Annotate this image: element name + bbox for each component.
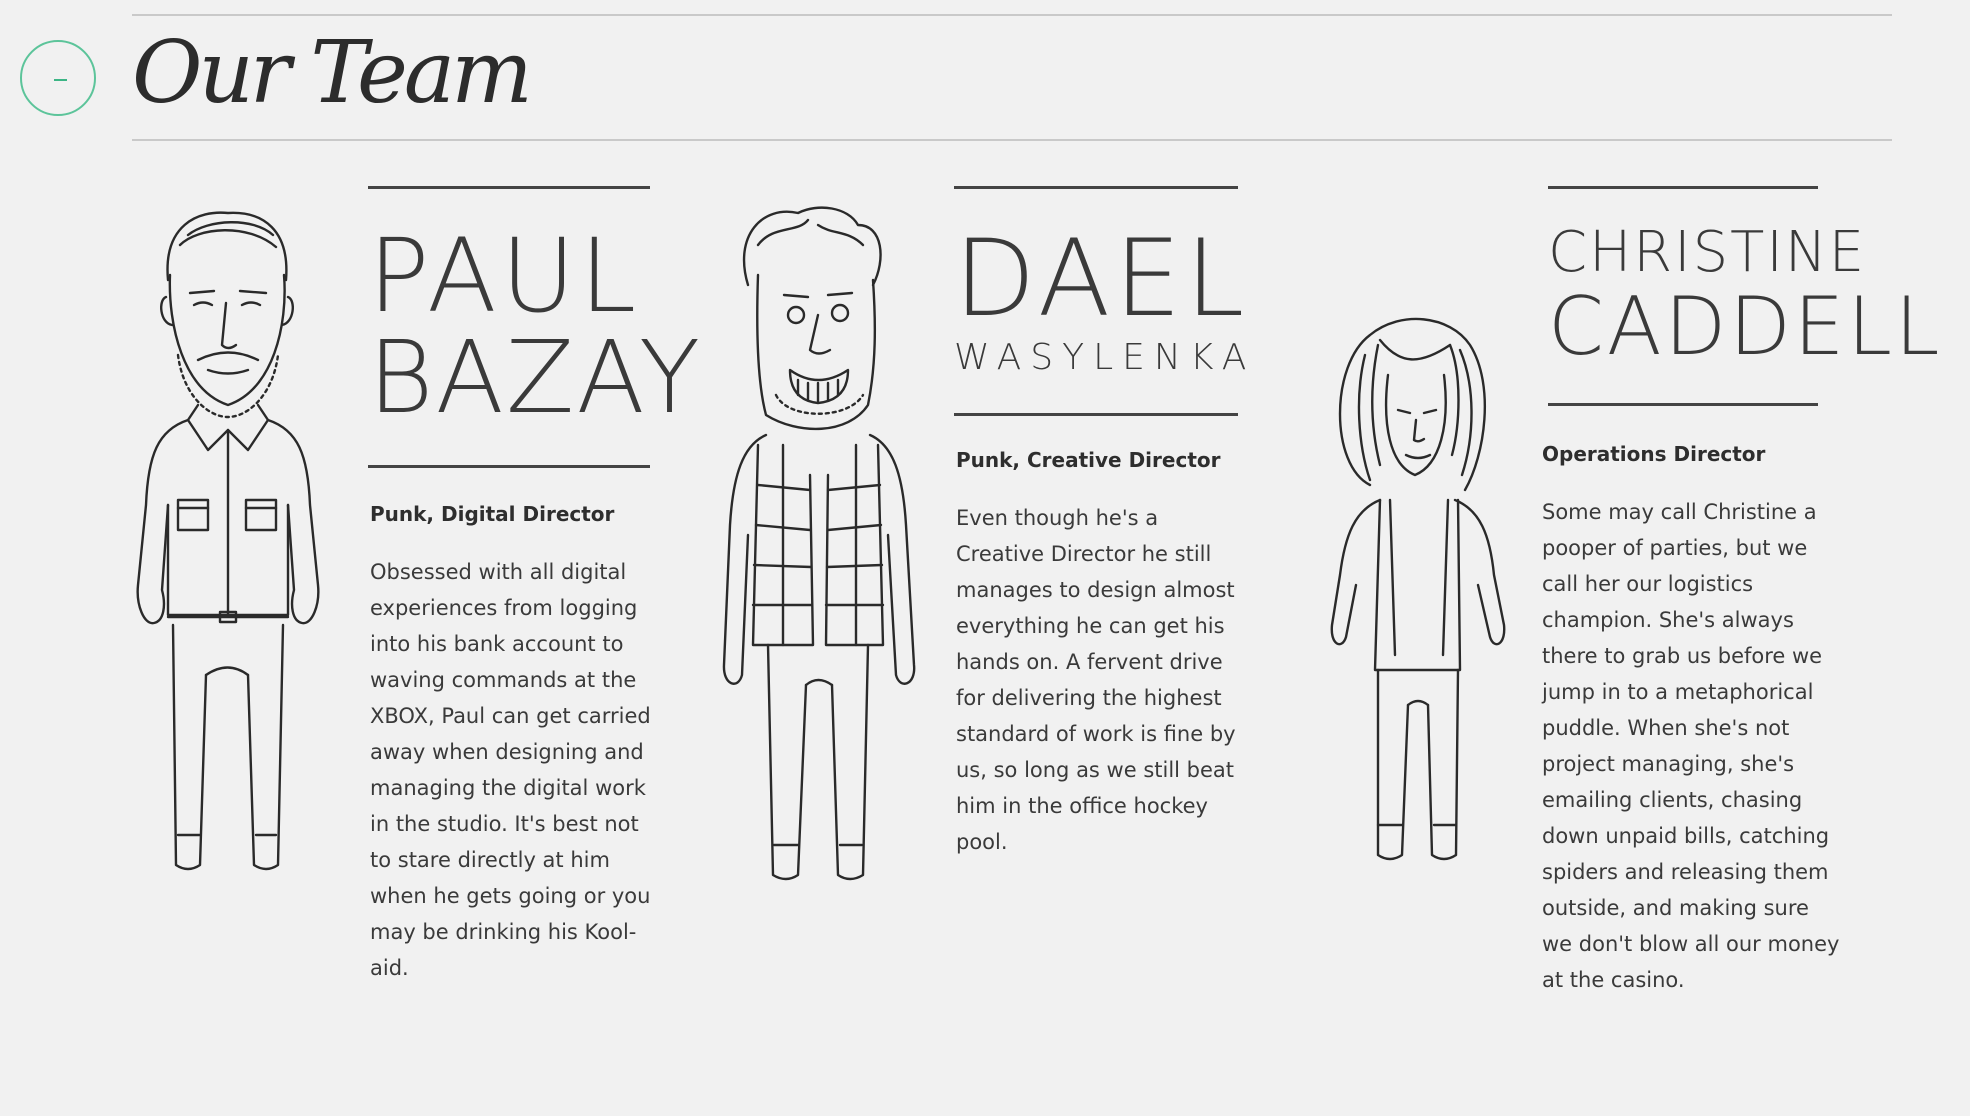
christine-first-name: CHRISTINE	[1548, 220, 1867, 285]
dael-first-name: DAEL	[954, 217, 1249, 340]
dael-illustration	[718, 205, 928, 885]
dael-role: Punk, Creative Director	[956, 448, 1221, 472]
dael-name-lettering: DAEL WASYLENKA	[954, 186, 1256, 416]
header-top-rule	[132, 14, 1892, 16]
paul-role: Punk, Digital Director	[370, 502, 615, 526]
christine-illustration	[1310, 315, 1520, 865]
christine-role: Operations Director	[1542, 442, 1766, 466]
paul-bio: Obsessed with all digital experiences fr…	[370, 560, 651, 980]
paul-last-name: BAZAY	[368, 319, 703, 436]
paul-name-lettering: PAUL BAZAY	[368, 186, 703, 468]
christine-last-name: CADDELL	[1548, 280, 1943, 373]
collapse-section-button[interactable]	[20, 40, 96, 116]
dael-bio: Even though he's a Creative Director he …	[956, 506, 1236, 854]
dael-last-name: WASYLENKA	[954, 337, 1256, 378]
minus-icon	[54, 79, 67, 81]
christine-name-lettering: CHRISTINE CADDELL	[1548, 186, 1943, 406]
page-title: Our Team	[132, 23, 533, 123]
paul-first-name: PAUL	[368, 217, 641, 336]
christine-bio: Some may call Christine a pooper of part…	[1542, 500, 1840, 992]
header-bottom-rule	[132, 139, 1892, 141]
paul-illustration	[128, 205, 328, 875]
